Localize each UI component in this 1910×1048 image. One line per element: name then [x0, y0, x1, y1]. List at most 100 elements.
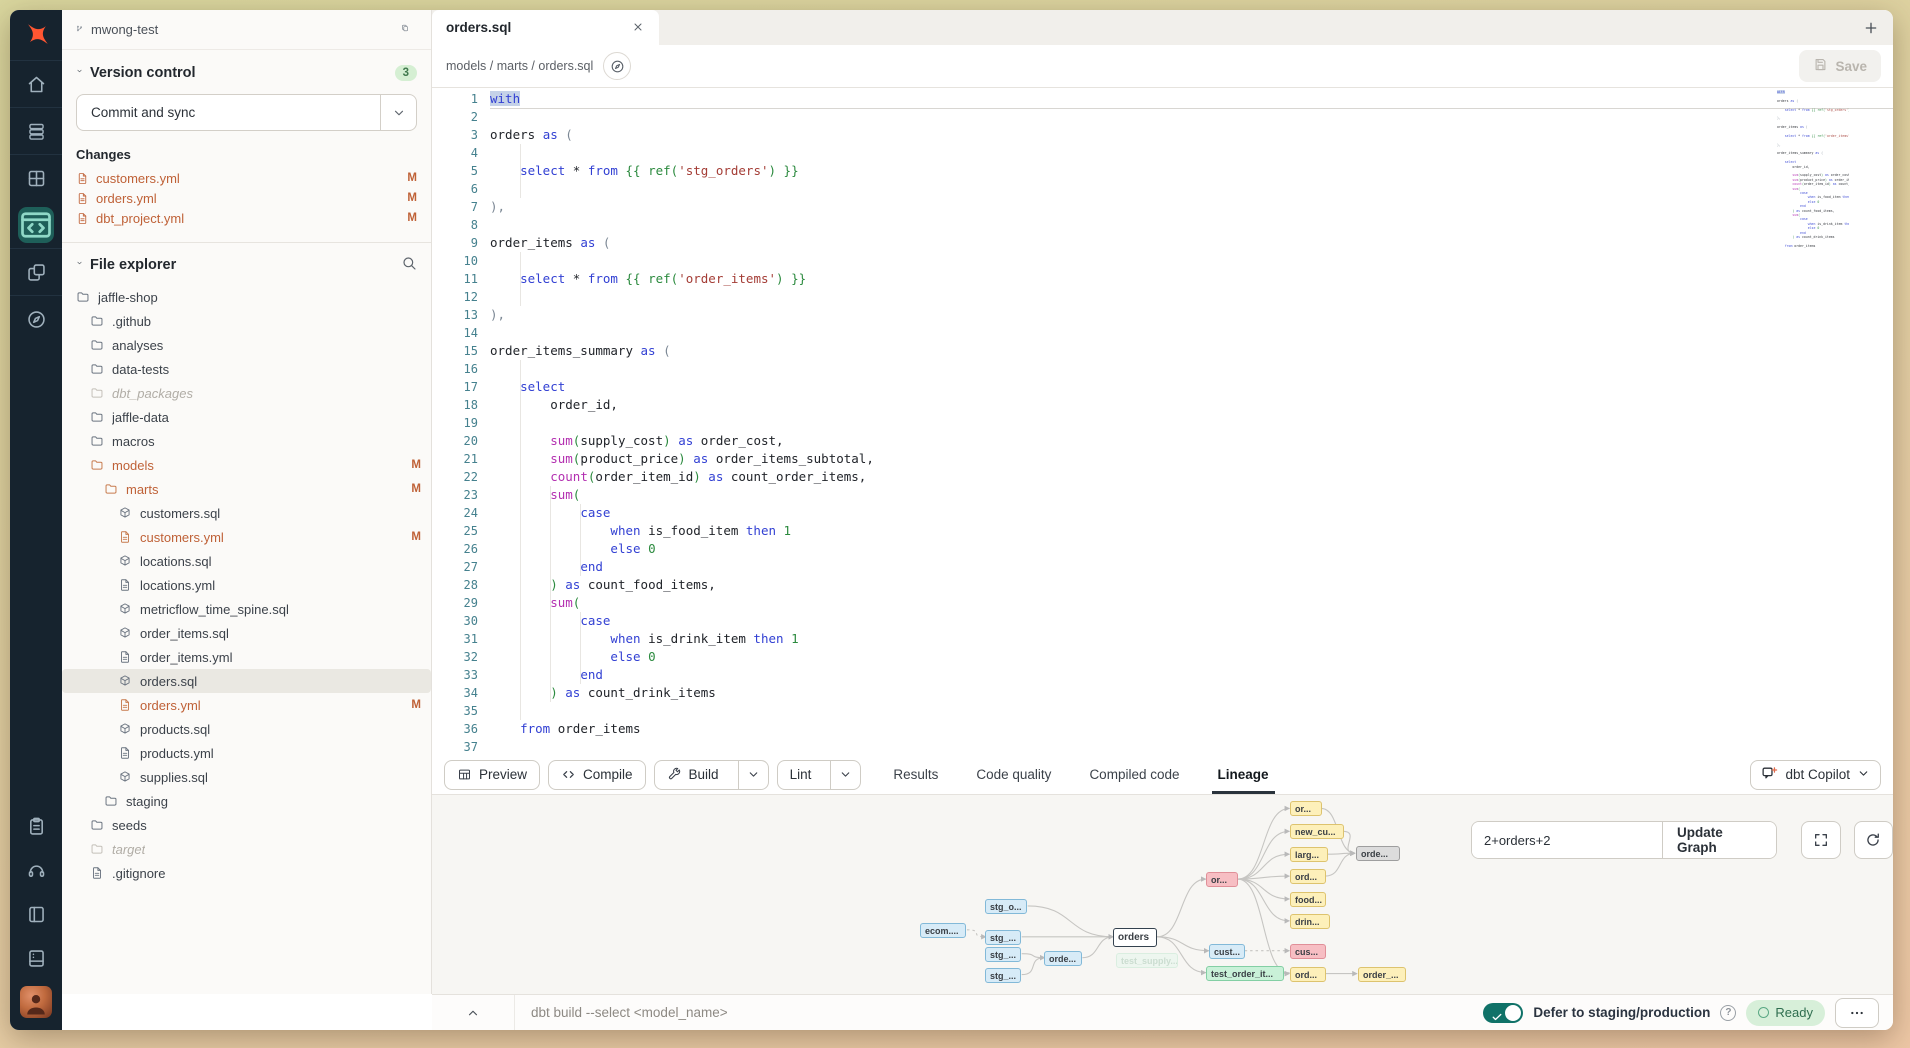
search-files-icon[interactable] — [401, 255, 417, 275]
tree-item-seeds[interactable]: seeds — [62, 813, 431, 837]
editor-minimap[interactable]: withorders as ( select * from {{ ref('st… — [1765, 90, 1849, 252]
fullscreen-button[interactable] — [1801, 821, 1840, 859]
file-explorer-header[interactable]: File explorer — [62, 243, 431, 285]
tree-item--github[interactable]: .github — [62, 309, 431, 333]
code-editor[interactable]: 1with23orders as (45 select * from {{ re… — [432, 88, 1893, 755]
tree-item--gitignore[interactable]: .gitignore — [62, 861, 431, 885]
lineage-node-orpink[interactable]: or... — [1206, 872, 1238, 887]
tree-item-metricflow-time-spine-sql[interactable]: metricflow_time_spine.sql — [62, 597, 431, 621]
tree-item-dbt-packages[interactable]: dbt_packages — [62, 381, 431, 405]
tree-item-locations-sql[interactable]: locations.sql — [62, 549, 431, 573]
lineage-node-y6[interactable]: drin... — [1290, 914, 1330, 929]
rail-docs-icon[interactable] — [10, 892, 62, 936]
lineage-node-gray1[interactable]: orde... — [1356, 846, 1400, 861]
rail-explore-icon[interactable] — [10, 295, 62, 342]
tree-item-orders-sql[interactable]: orders.sql — [62, 669, 431, 693]
dbt-logo-icon[interactable] — [18, 18, 54, 54]
tree-item-customers-yml[interactable]: customers.yml M — [62, 525, 431, 549]
lineage-node-stg1[interactable]: stg_o... — [985, 899, 1027, 914]
rail-clipboard-icon[interactable] — [10, 804, 62, 848]
copy-branch-icon[interactable] — [401, 20, 417, 39]
rail-develop-icon[interactable] — [10, 201, 62, 248]
lineage-node-cuspink[interactable]: cus... — [1290, 944, 1326, 959]
help-icon[interactable]: ? — [1720, 1005, 1736, 1021]
tab-orders-sql[interactable]: orders.sql — [432, 10, 659, 45]
tree-item-supplies-sql[interactable]: supplies.sql — [62, 765, 431, 789]
tree-item-order-items-yml[interactable]: order_items.yml — [62, 645, 431, 669]
lineage-node-y5[interactable]: food... — [1290, 892, 1326, 907]
tree-item-jaffle-shop[interactable]: jaffle-shop — [62, 285, 431, 309]
rail-home-icon[interactable] — [10, 60, 62, 107]
tree-item-macros[interactable]: macros — [62, 429, 431, 453]
lineage-node-y7[interactable]: ord... — [1290, 967, 1326, 982]
lineage-node-stg4[interactable]: stg_... — [985, 968, 1021, 983]
changed-file-item[interactable]: dbt_project.yml M — [62, 208, 431, 228]
lint-button-chevron[interactable] — [830, 761, 860, 789]
save-button[interactable]: Save — [1799, 50, 1881, 82]
tree-item-customers-sql[interactable]: customers.sql — [62, 501, 431, 525]
tree-item-locations-yml[interactable]: locations.yml — [62, 573, 431, 597]
lineage-node-testorder[interactable]: test_order_it... — [1206, 966, 1284, 981]
result-tab-compiled-code[interactable]: Compiled code — [1089, 755, 1179, 794]
tree-item-orders-yml[interactable]: orders.yml M — [62, 693, 431, 717]
lineage-node-stg3[interactable]: stg_... — [985, 947, 1021, 962]
rail-catalog-icon[interactable] — [10, 936, 62, 980]
tree-item-products-sql[interactable]: products.sql — [62, 717, 431, 741]
tree-item-staging[interactable]: staging — [62, 789, 431, 813]
refresh-graph-button[interactable] — [1854, 821, 1893, 859]
changed-file-item[interactable]: orders.yml M — [62, 188, 431, 208]
result-tab-lineage[interactable]: Lineage — [1218, 755, 1269, 794]
lineage-node-y4[interactable]: ord... — [1290, 869, 1326, 884]
lineage-selector-input[interactable] — [1472, 822, 1662, 858]
version-control-header[interactable]: Version control 3 — [62, 50, 431, 90]
expand-command-bar-button[interactable] — [432, 995, 515, 1030]
rail-orchestrate-icon[interactable] — [10, 248, 62, 295]
result-tab-code-quality[interactable]: Code quality — [976, 755, 1051, 794]
user-avatar[interactable] — [20, 986, 52, 1018]
dbt-command-input[interactable] — [515, 1005, 1483, 1020]
new-tab-button[interactable] — [1849, 10, 1893, 45]
more-options-button[interactable] — [1835, 998, 1879, 1028]
build-button[interactable]: Build — [654, 760, 769, 790]
file-icon — [76, 212, 89, 225]
tree-item-order-items-sql[interactable]: order_items.sql — [62, 621, 431, 645]
rail-support-icon[interactable] — [10, 848, 62, 892]
rail-warehouse-icon[interactable] — [10, 107, 62, 154]
tree-item-analyses[interactable]: analyses — [62, 333, 431, 357]
lineage-node-stg2[interactable]: stg_... — [985, 930, 1021, 945]
update-graph-button[interactable]: Update Graph — [1662, 822, 1776, 858]
lineage-node-cust[interactable]: cust... — [1209, 944, 1245, 959]
lineage-node-y2[interactable]: new_cu... — [1290, 824, 1344, 839]
lineage-node-y3[interactable]: larg... — [1290, 847, 1328, 862]
tree-item-products-yml[interactable]: products.yml — [62, 741, 431, 765]
explore-icon — [26, 309, 47, 330]
tree-item-data-tests[interactable]: data-tests — [62, 357, 431, 381]
rail-apps-icon[interactable] — [10, 154, 62, 201]
lineage-node-orders[interactable]: orders — [1113, 928, 1157, 947]
lineage-node-y1[interactable]: or... — [1290, 801, 1322, 816]
compile-button[interactable]: Compile — [548, 760, 646, 790]
build-button-chevron[interactable] — [738, 761, 768, 789]
tree-item-models[interactable]: models M — [62, 453, 431, 477]
lineage-node-tsup[interactable]: test_supply... — [1116, 953, 1178, 968]
result-tab-results[interactable]: Results — [893, 755, 938, 794]
open-lineage-icon[interactable] — [603, 52, 631, 80]
support-icon — [26, 860, 47, 881]
dbt-copilot-button[interactable]: dbt Copilot — [1750, 760, 1881, 790]
close-tab-icon[interactable] — [629, 20, 647, 36]
line-number: 27 — [432, 558, 478, 576]
tree-item-target[interactable]: target — [62, 837, 431, 861]
tree-item-jaffle-data[interactable]: jaffle-data — [62, 405, 431, 429]
lineage-node-orde1[interactable]: orde... — [1044, 951, 1082, 966]
commit-options-chevron[interactable] — [380, 95, 416, 130]
lineage-node-ecom[interactable]: ecom.... — [920, 923, 966, 938]
lineage-node-y8[interactable]: order_... — [1358, 967, 1406, 982]
changed-file-item[interactable]: customers.yml M — [62, 168, 431, 188]
defer-toggle[interactable] — [1483, 1003, 1523, 1023]
code-line: select * from {{ ref('order_items') }} — [1765, 134, 1849, 138]
commit-and-sync-button[interactable]: Commit and sync — [76, 94, 417, 131]
lint-button[interactable]: Lint — [777, 760, 862, 790]
branch-header[interactable]: mwong-test — [62, 10, 431, 50]
preview-button[interactable]: Preview — [444, 760, 540, 790]
tree-item-marts[interactable]: marts M — [62, 477, 431, 501]
